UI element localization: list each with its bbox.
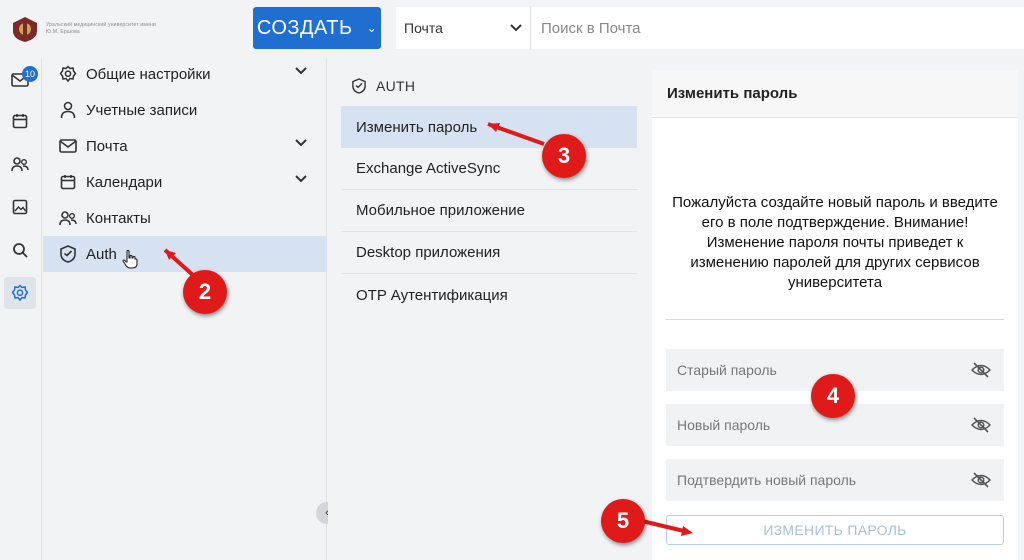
nav-item-contacts[interactable]: Контакты (43, 200, 327, 236)
nav-item-label: Календари (86, 173, 163, 191)
new-password-input[interactable] (677, 417, 968, 433)
step-marker-5: 5 (601, 499, 645, 543)
shield-icon (352, 78, 366, 94)
top-bar: Уральский медицинский университет имени … (0, 0, 1024, 58)
mail-icon (59, 139, 77, 153)
confirm-password-input[interactable] (677, 472, 968, 488)
rail-search[interactable] (4, 234, 36, 266)
subnav-header-label: AUTH (376, 78, 416, 94)
eye-off-icon (971, 362, 991, 378)
create-button[interactable]: СОЗДАТЬ ⌄ (253, 7, 381, 49)
chevron-down-icon (510, 24, 522, 32)
nav-item-general[interactable]: Общие настройки (43, 56, 327, 92)
eye-off-icon (971, 417, 991, 433)
panel-title: Изменить пароль (652, 70, 1018, 118)
rail-calendar[interactable] (4, 105, 36, 137)
university-logo[interactable]: Уральский медицинский университет имени … (10, 14, 170, 44)
chevron-down-icon[interactable] (295, 175, 307, 183)
change-password-button[interactable]: ИЗМЕНИТЬ ПАРОЛЬ (666, 515, 1004, 545)
crest-icon (13, 17, 37, 42)
contacts-icon (59, 211, 77, 226)
rail-contacts[interactable] (4, 148, 36, 180)
subnav-item-label: Изменить пароль (356, 118, 478, 136)
nav-item-label: Почта (86, 137, 128, 155)
logo-text: Уральский медицинский университет имени … (46, 22, 156, 35)
chevron-down-icon: ⌄ (366, 21, 378, 35)
search-bar: Почта (396, 7, 1024, 49)
calendar-icon (60, 175, 76, 190)
rail-settings[interactable] (4, 277, 36, 309)
toggle-visibility-button[interactable] (968, 467, 994, 493)
subnav-item-label: Exchange ActiveSync (356, 160, 501, 177)
divider (666, 319, 1004, 320)
user-icon (60, 101, 76, 119)
confirm-password-field (666, 459, 1004, 501)
calendar-icon (12, 114, 28, 129)
contacts-icon (11, 157, 29, 172)
gear-icon (59, 65, 77, 83)
shield-icon (60, 245, 76, 263)
search-scope-value: Почта (404, 20, 443, 36)
subnav-item-label: Мобильное приложение (356, 202, 525, 219)
subnav-item-label: OTP Аутентификация (356, 286, 508, 304)
annotation-arrow (637, 518, 693, 536)
toggle-visibility-button[interactable] (968, 412, 994, 438)
image-icon (12, 199, 28, 215)
rail-files[interactable] (4, 191, 36, 223)
subnav-header: AUTH (352, 78, 415, 94)
search-scope-select[interactable]: Почта (396, 7, 531, 49)
nav-item-accounts[interactable]: Учетные записи (43, 92, 327, 128)
nav-item-label: Общие настройки (86, 65, 211, 83)
search-icon (13, 243, 28, 258)
password-instructions: Пожалуйста создайте новый пароль и введи… (672, 194, 998, 291)
chevron-down-icon[interactable] (295, 67, 307, 75)
search-input[interactable] (531, 8, 1024, 48)
unread-badge: 10 (22, 66, 38, 82)
toggle-visibility-button[interactable] (968, 357, 994, 383)
nav-item-mail[interactable]: Почта (43, 128, 327, 164)
step-marker-3: 3 (542, 134, 586, 178)
app-rail: 10 (0, 58, 42, 560)
eye-off-icon (971, 472, 991, 488)
annotation-arrow (487, 122, 545, 146)
step-marker-4: 4 (811, 374, 855, 418)
settings-icon (11, 284, 29, 302)
subnav-item-otp[interactable]: OTP Аутентификация (341, 274, 637, 316)
subnav-item-label: Desktop приложения (356, 244, 501, 261)
nav-item-label: Учетные записи (86, 101, 198, 119)
hand-cursor-icon (122, 249, 138, 269)
nav-item-label: Auth (86, 245, 117, 263)
subnav-item-desktop-apps[interactable]: Desktop приложения (341, 232, 637, 274)
create-button-label: СОЗДАТЬ (256, 16, 353, 39)
subnav-item-activesync[interactable]: Exchange ActiveSync (341, 148, 637, 190)
step-marker-2: 2 (183, 270, 227, 314)
rail-mail[interactable]: 10 (4, 64, 38, 96)
nav-item-label: Контакты (86, 209, 151, 227)
change-password-panel: Изменить пароль Пожалуйста создайте новы… (652, 70, 1018, 560)
subnav-item-mobile-app[interactable]: Мобильное приложение (341, 190, 637, 232)
settings-nav: Общие настройки Учетные записи Почта Кал… (43, 56, 338, 560)
chevron-down-icon[interactable] (295, 139, 307, 147)
nav-item-calendars[interactable]: Календари (43, 164, 327, 200)
